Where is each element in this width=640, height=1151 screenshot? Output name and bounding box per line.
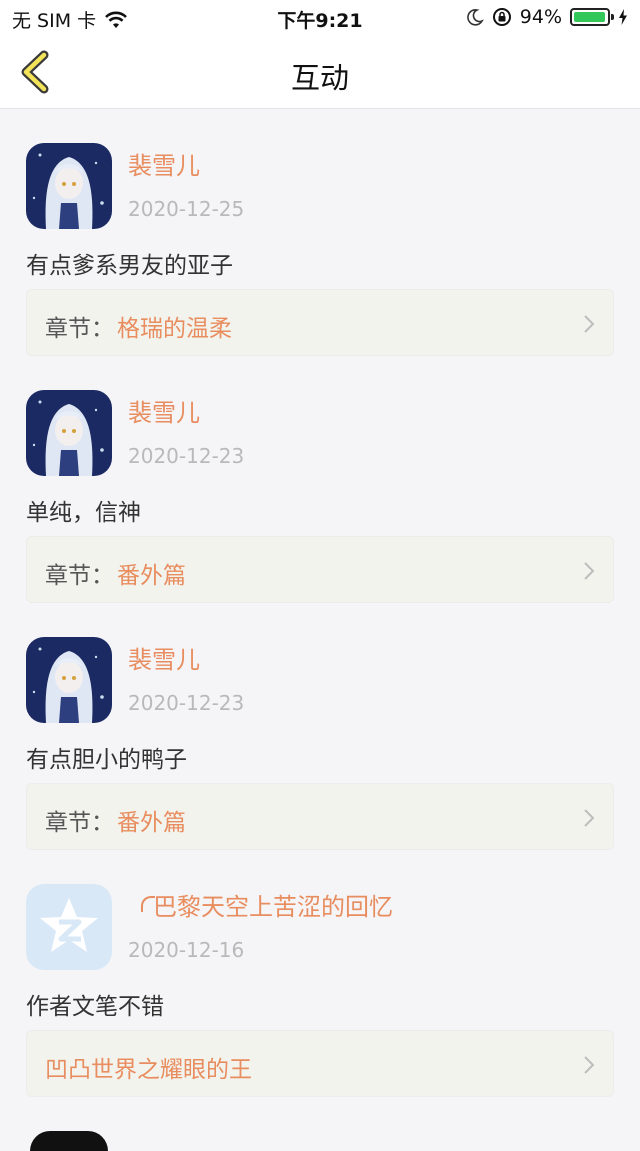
chapter-title: 凹凸世界之耀眼的王 — [45, 1057, 252, 1083]
battery-percent: 94% — [519, 6, 562, 28]
comment-text: 有点爹系男友的亚子 — [26, 253, 233, 279]
chapter-link[interactable]: 章节： 格瑞的温柔 — [26, 289, 614, 356]
avatar[interactable] — [26, 390, 112, 476]
chapter-link[interactable]: 章节： 番外篇 — [26, 536, 614, 603]
battery-icon — [570, 8, 614, 26]
comment-text: 有点胆小的鸭子 — [26, 747, 187, 773]
list-item: 裴雪儿 2020-12-23 有点胆小的鸭子 章节： 番外篇 — [0, 603, 640, 850]
anime-avatar-icon — [26, 143, 112, 229]
chapter-link[interactable]: 凹凸世界之耀眼的王 — [26, 1030, 614, 1097]
chevron-right-icon — [584, 562, 595, 580]
chapter-label: 章节： — [45, 563, 114, 589]
avatar[interactable] — [26, 143, 112, 229]
chapter-title: 番外篇 — [117, 810, 186, 836]
page-title: 互动 — [290, 61, 349, 95]
moon-icon — [466, 8, 484, 26]
list-item: 裴雪儿 2020-12-25 有点爹系男友的亚子 章节： 格瑞的温柔 — [0, 109, 640, 356]
comment-text: 作者文笔不错 — [26, 994, 164, 1020]
comment-date: 2020-12-23 — [128, 691, 245, 715]
status-right: 94% — [466, 6, 628, 28]
comment-text: 单纯，信神 — [26, 500, 141, 526]
rotation-lock-icon — [492, 7, 512, 27]
interaction-list: 裴雪儿 2020-12-25 有点爹系男友的亚子 章节： 格瑞的温柔 裴雪儿 2… — [0, 109, 640, 1097]
charging-icon — [618, 9, 628, 25]
status-bar: 无 SIM 卡 下午9:21 94% — [0, 0, 640, 36]
list-item: 裴雪儿 2020-12-23 单纯，信神 章节： 番外篇 — [0, 356, 640, 603]
avatar[interactable] — [26, 637, 112, 723]
chevron-right-icon — [584, 315, 595, 333]
anime-avatar-icon — [26, 390, 112, 476]
list-item: 巴黎天空上苦涩的回忆 2020-12-16 作者文笔不错 凹凸世界之耀眼的王 — [0, 850, 640, 1097]
chapter-title: 格瑞的温柔 — [117, 316, 232, 342]
avatar[interactable] — [26, 884, 112, 970]
battery-fill — [574, 12, 605, 22]
chapter-label: 章节： — [45, 810, 114, 836]
comment-date: 2020-12-25 — [128, 197, 245, 221]
user-name[interactable]: 裴雪儿 — [128, 640, 200, 675]
user-name[interactable]: 巴黎天空上苦涩的回忆 — [141, 887, 393, 922]
chapter-title: 番外篇 — [117, 563, 186, 589]
nav-bar: 互动 — [0, 36, 640, 109]
chevron-right-icon — [584, 809, 595, 827]
anime-avatar-icon — [26, 637, 112, 723]
chapter-label: 章节： — [45, 316, 114, 342]
chevron-right-icon — [584, 1056, 595, 1074]
qzone-default-avatar-icon — [26, 884, 112, 970]
user-name[interactable]: 裴雪儿 — [128, 146, 200, 181]
avatar[interactable] — [30, 1131, 108, 1151]
chapter-link[interactable]: 章节： 番外篇 — [26, 783, 614, 850]
comment-date: 2020-12-23 — [128, 444, 245, 468]
comment-date: 2020-12-16 — [128, 938, 245, 962]
user-name[interactable]: 裴雪儿 — [128, 393, 200, 428]
